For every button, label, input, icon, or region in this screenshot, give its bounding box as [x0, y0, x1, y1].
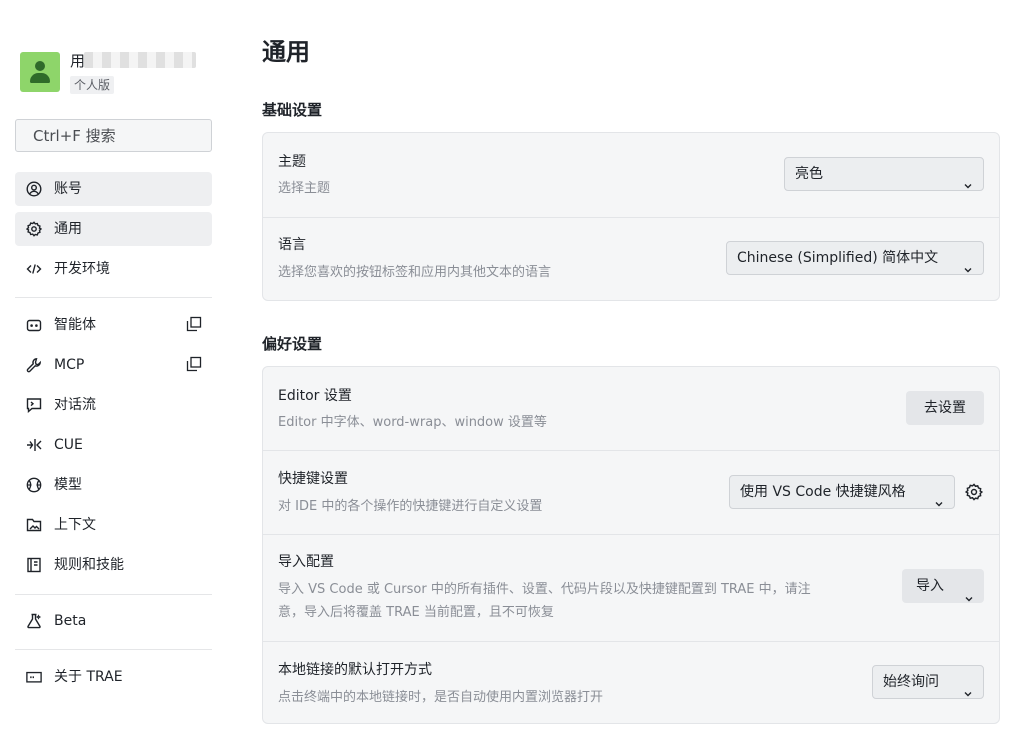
sidebar-item-beta[interactable]: Beta [15, 604, 212, 638]
setting-description-line2: 意，导入后将覆盖 TRAE 当前配置，且不可恢复 [278, 605, 554, 620]
setting-row-local-links: 本地链接的默认打开方式 点击终端中的本地链接时，是否自动使用内置浏览器打开 始终… [263, 642, 999, 724]
setting-description: 点击终端中的本地链接时，是否自动使用内置浏览器打开 [278, 690, 604, 705]
theme-select[interactable]: 亮色 [784, 157, 984, 191]
setting-row-keybindings: 快捷键设置 对 IDE 中的各个操作的快捷键进行自定义设置 使用 VS Code… [263, 451, 999, 534]
sidebar-item-label: 开发环境 [54, 261, 110, 277]
setting-row-language: 语言 选择您喜欢的按钮标签和应用内其他文本的语言 Chinese (Simpli… [263, 218, 999, 300]
redacted-name-blur [84, 52, 196, 68]
section-title-preferences: 偏好设置 [262, 335, 323, 353]
robot-icon [26, 317, 42, 333]
setting-row-import: 导入配置 导入 VS Code 或 Cursor 中的所有插件、设置、代码片段以… [263, 535, 999, 641]
sidebar-item-account[interactable]: 账号 [15, 172, 212, 206]
sidebar-item-label: 规则和技能 [54, 557, 124, 573]
sidebar-item-rules[interactable]: 规则和技能 [15, 548, 212, 582]
select-value: 始终询问 [883, 674, 939, 690]
user-circle-icon [26, 181, 42, 197]
sidebar-item-label: 模型 [54, 477, 82, 493]
external-window-icon[interactable] [186, 356, 202, 372]
gear-icon [26, 221, 42, 237]
setting-label: 快捷键设置 [278, 471, 348, 487]
chevron-down-icon [963, 678, 973, 697]
setting-label: 主题 [278, 154, 306, 170]
page-title: 通用 [262, 38, 310, 66]
setting-label: 导入配置 [278, 554, 334, 570]
sidebar-item-label: 上下文 [54, 517, 96, 533]
sidebar-item-label: 智能体 [54, 317, 96, 333]
sidebar-item-label: MCP [54, 357, 85, 373]
sidebar-item-flow[interactable]: 对话流 [15, 388, 212, 422]
sidebar: 用 个人版 账号 通用 开发环境 [0, 0, 228, 745]
sidebar-item-label: Beta [54, 613, 87, 629]
sidebar-item-label: 账号 [54, 181, 82, 197]
preference-settings-card: Editor 设置 Editor 中字体、word-wrap、window 设置… [262, 366, 1000, 724]
plan-badge: 个人版 [70, 76, 115, 94]
chevron-down-icon [963, 170, 973, 189]
sidebar-item-label: 通用 [54, 221, 82, 237]
setting-label: Editor 设置 [278, 388, 352, 404]
trae-logo-icon [26, 669, 42, 685]
book-icon [26, 557, 42, 573]
setting-description: Editor 中字体、word-wrap、window 设置等 [278, 415, 547, 430]
select-value: 亮色 [795, 166, 823, 182]
section-title-basic: 基础设置 [262, 101, 323, 119]
code-icon [26, 261, 42, 277]
basic-settings-card: 主题 选择主题 亮色 语言 选择您喜欢的按钮标签和应用内其他文本的语言 Chin… [262, 132, 1000, 301]
gear-icon[interactable] [964, 483, 984, 501]
search-input[interactable] [15, 119, 212, 152]
sidebar-divider [15, 594, 212, 595]
setting-label: 语言 [278, 237, 306, 253]
keybinding-style-select[interactable]: 使用 VS Code 快捷键风格 [729, 475, 955, 509]
user-profile[interactable]: 用 个人版 [20, 50, 220, 96]
sidebar-item-mcp[interactable]: MCP [15, 348, 212, 382]
local-link-open-select[interactable]: 始终询问 [872, 665, 984, 699]
folder-image-icon [26, 517, 42, 533]
sidebar-divider [15, 297, 212, 298]
chat-terminal-icon [26, 397, 42, 413]
wrench-icon [26, 357, 42, 373]
chevron-down-icon [934, 488, 944, 507]
select-value: Chinese (Simplified) 简体中文 [737, 250, 939, 266]
editor-settings-button[interactable]: 去设置 [906, 391, 984, 425]
sidebar-item-label: 关于 TRAE [54, 669, 123, 685]
import-button[interactable]: 导入 [902, 569, 984, 603]
sidebar-item-dev-env[interactable]: 开发环境 [15, 252, 212, 286]
model-sphere-icon [26, 477, 42, 493]
avatar-head [35, 61, 45, 71]
sidebar-item-models[interactable]: 模型 [15, 468, 212, 502]
setting-row-editor: Editor 设置 Editor 中字体、word-wrap、window 设置… [263, 367, 999, 450]
cue-icon [26, 437, 42, 453]
sidebar-item-label: CUE [54, 437, 83, 453]
select-value: 使用 VS Code 快捷键风格 [740, 484, 906, 500]
sidebar-item-label: 对话流 [54, 397, 96, 413]
avatar-body [30, 73, 50, 83]
sidebar-item-agents[interactable]: 智能体 [15, 308, 212, 342]
import-button-label: 导入 [916, 578, 944, 594]
setting-label: 本地链接的默认打开方式 [278, 662, 432, 678]
chevron-down-icon [963, 254, 973, 273]
avatar[interactable] [20, 52, 60, 92]
language-select[interactable]: Chinese (Simplified) 简体中文 [726, 241, 984, 275]
sidebar-item-cue[interactable]: CUE [15, 428, 212, 462]
sidebar-item-general[interactable]: 通用 [15, 212, 212, 246]
flask-icon [26, 613, 42, 629]
setting-row-theme: 主题 选择主题 亮色 [263, 133, 999, 217]
sidebar-divider [15, 649, 212, 650]
chevron-down-icon [964, 582, 974, 602]
sidebar-item-about[interactable]: 关于 TRAE [15, 660, 212, 694]
sidebar-item-context[interactable]: 上下文 [15, 508, 212, 542]
setting-description-line1: 导入 VS Code 或 Cursor 中的所有插件、设置、代码片段以及快捷键配… [278, 582, 811, 597]
external-window-icon[interactable] [186, 316, 202, 332]
